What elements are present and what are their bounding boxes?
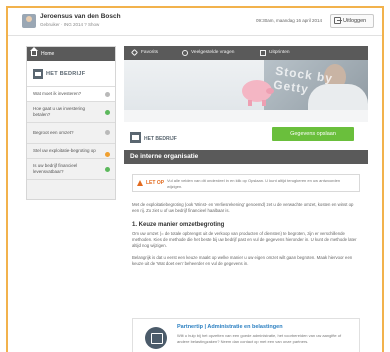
sidebar-logo-text: HET BEDRIJF [46, 71, 86, 77]
sidebar-item-betalen[interactable]: Hoe gaat u uw investering betalen? [27, 102, 115, 123]
table-surface [124, 110, 368, 122]
tab-bar: Favorits Veelgestelde vragen Uitprinten [124, 46, 368, 60]
sidebar-item-exploitatie[interactable]: Stel uw exploitatie-begroting op [27, 144, 115, 159]
save-button[interactable]: Gegevens opslaan [272, 127, 354, 141]
top-bar: Jeroensus van den Bosch Gebruiker · ING … [8, 8, 382, 36]
avatar[interactable] [22, 14, 36, 28]
partner-title[interactable]: Partnertip | Administratie en belastinge… [177, 324, 283, 330]
main-content: Favorits Veelgestelde vragen Uitprinten … [124, 46, 368, 352]
sidebar-item-omzet[interactable]: Begroot een omzet? [27, 123, 115, 144]
section-title: 1. Keuze manier omzetbegroting [132, 222, 225, 228]
company-logo-icon [33, 69, 43, 79]
sidebar-item-label: Is uw bedrijf financieel levensvatbaar? [33, 163, 78, 174]
logout-icon [334, 17, 342, 24]
section-paragraph: Om uw omzet (= de totale opbrengst uit d… [132, 231, 357, 248]
page-title: De interne organisatie [124, 150, 368, 164]
sidebar-item-investeren[interactable]: Wat moet ik investeren? [27, 87, 115, 102]
status-dot-icon [105, 92, 110, 97]
brand-row: HET BEDRIJF Gegevens opslaan [124, 122, 368, 150]
print-icon [260, 50, 266, 56]
app-frame: Jeroensus van den Bosch Gebruiker · ING … [6, 6, 384, 352]
notice-label: LET OP [137, 180, 164, 186]
warning-icon [137, 180, 143, 186]
company-logo-icon [130, 132, 141, 143]
brand-text: HET BEDRIJF [144, 136, 177, 142]
tab-favorits[interactable]: Favorits [130, 46, 159, 60]
tab-uitprinten[interactable]: Uitprinten [260, 46, 290, 60]
status-dot-icon [105, 152, 110, 157]
sidebar-item-label: Hoe gaat u uw investering betalen? [33, 106, 86, 117]
logout-button[interactable]: Uitloggen [330, 14, 374, 28]
partner-tip: Partnertip | Administratie en belastinge… [132, 318, 360, 352]
tab-label: Uitprinten [269, 50, 290, 55]
notice-box: LET OP Vul alle velden van dit onderdeel… [132, 174, 360, 192]
sidebar-home-label: Home [41, 51, 55, 57]
sidebar-item-label: Stel uw exploitatie-begroting op [33, 148, 96, 153]
status-dot-icon [105, 167, 110, 172]
user-meta: Gebruiker · ING 2014 ? Show [40, 22, 100, 27]
user-name: Jeroensus van den Bosch [40, 13, 121, 20]
piggy-bank-icon [242, 80, 274, 106]
sidebar-item-levensvatbaar[interactable]: Is uw bedrijf financieel levensvatbaar? [27, 159, 115, 180]
tab-label: Favorits [141, 50, 159, 55]
status-dot-icon [105, 110, 110, 115]
intro-text: Met de exploitatiebegroting (ook 'Winst-… [132, 202, 354, 213]
sidebar-item-label: Begroot een omzet? [33, 130, 74, 135]
tab-label: Veelgestelde vragen [191, 50, 235, 55]
section-paragraph: Belangrijk is dat u eerst een keuze maak… [132, 255, 353, 266]
notice-text: Vul alle velden van dit onderdeel in en … [167, 178, 341, 189]
sidebar: Home HET BEDRIJF Wat moet ik investeren?… [26, 46, 116, 200]
home-icon [30, 47, 38, 56]
partner-icon [145, 327, 167, 349]
status-dot-icon [105, 130, 110, 135]
notice-label-text: LET OP [146, 180, 165, 186]
datetime: 09:30am, maandag 16 april 2014 [255, 18, 322, 23]
help-icon [182, 50, 188, 56]
sidebar-home[interactable]: Home [27, 47, 115, 61]
hero-image: Stock by Getty [124, 60, 368, 122]
tab-veelgestelde-vragen[interactable]: Veelgestelde vragen [182, 46, 234, 60]
sidebar-item-label: Wat moet ik investeren? [33, 91, 82, 96]
star-icon [130, 48, 139, 57]
logout-label: Uitloggen [343, 18, 367, 24]
partner-text: Wilt u hulp bij het opzetten van een goe… [177, 333, 342, 344]
sidebar-logo: HET BEDRIJF [27, 61, 115, 87]
